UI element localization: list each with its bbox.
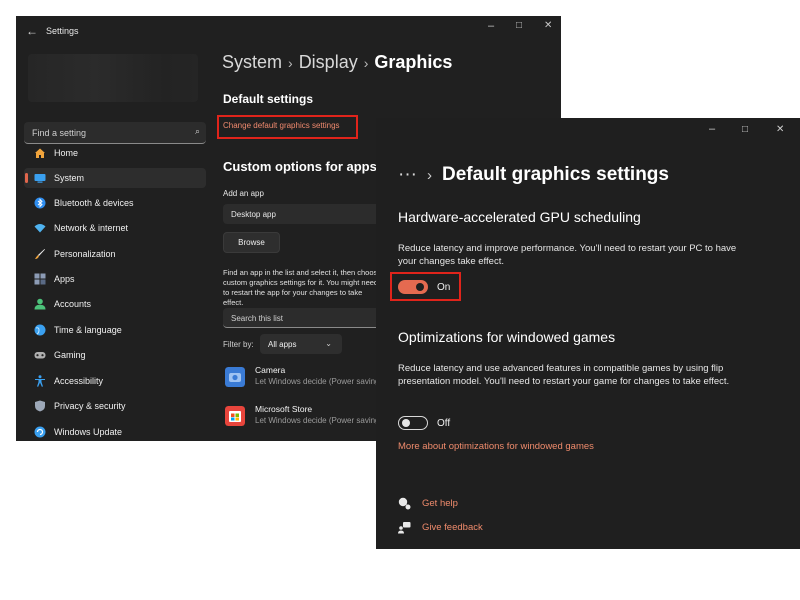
search-icon: ⌕ [194, 126, 200, 136]
minimize-button[interactable]: – [709, 123, 715, 135]
sidebar-item-label: Windows Update [54, 427, 123, 437]
chevron-down-icon: ⌄ [325, 339, 332, 348]
bluetooth-icon [34, 197, 46, 209]
add-app-value: Desktop app [231, 210, 276, 219]
sidebar-item-label: Network & internet [54, 223, 129, 233]
sidebar-item-label: Time & language [54, 325, 122, 335]
window-title: Settings [46, 26, 79, 36]
breadcrumb: System › Display › Graphics [222, 52, 452, 73]
user-profile[interactable] [28, 54, 198, 102]
browse-button[interactable]: Browse [223, 232, 280, 253]
sidebar-item-label: Accessibility [54, 376, 104, 386]
toggle-knob [416, 283, 424, 291]
give-feedback-label: Give feedback [422, 522, 483, 533]
sidebar-item-apps[interactable]: Apps [24, 269, 206, 289]
update-icon [34, 426, 46, 438]
list-item[interactable]: Camera Let Windows decide (Power saving) [223, 362, 393, 394]
search-placeholder: Find a setting [32, 128, 87, 138]
add-app-dropdown[interactable]: Desktop app [223, 204, 383, 224]
app-setting: Let Windows decide (Power saving) [255, 416, 383, 425]
network-icon [34, 224, 46, 233]
app-name: Camera [255, 365, 286, 375]
brush-icon [35, 249, 45, 259]
shield-icon [35, 400, 45, 412]
active-indicator [25, 173, 28, 183]
breadcrumb-display[interactable]: Display [299, 52, 358, 72]
settings-search-input[interactable]: Find a setting ⌕ [24, 122, 206, 144]
sidebar-item-label: Gaming [54, 350, 86, 360]
breadcrumb-system[interactable]: System [222, 52, 282, 72]
sidebar-item-network[interactable]: Network & internet [24, 218, 206, 238]
sidebar-item-home[interactable]: Home [24, 143, 206, 163]
info-text: Find an app in the list and select it, t… [223, 268, 382, 307]
close-button[interactable]: ✕ [544, 20, 552, 31]
sidebar-item-label: Privacy & security [54, 401, 126, 411]
sidebar-item-accounts[interactable]: Accounts [24, 294, 206, 314]
gpu-scheduling-toggle[interactable] [398, 280, 428, 294]
store-icon [225, 406, 245, 426]
custom-options-heading: Custom options for apps [223, 159, 377, 174]
browse-label: Browse [238, 238, 265, 247]
camera-icon [225, 367, 245, 387]
sidebar-item-bluetooth[interactable]: Bluetooth & devices [24, 193, 206, 213]
add-app-label: Add an app [223, 189, 264, 198]
search-list-input[interactable]: Search this list [223, 308, 393, 328]
gpu-scheduling-heading: Hardware-accelerated GPU scheduling [398, 209, 641, 225]
gpu-toggle-state: On [437, 282, 451, 293]
sidebar-item-accessibility[interactable]: Accessibility [24, 371, 206, 391]
home-icon [35, 148, 45, 158]
title-bar: ← Settings – □ ✕ [16, 16, 561, 46]
windowed-games-heading: Optimizations for windowed games [398, 329, 616, 345]
close-button[interactable]: ✕ [776, 124, 784, 135]
change-default-graphics-link[interactable]: Change default graphics settings [223, 121, 340, 130]
accessibility-icon [35, 375, 45, 387]
windowed-games-description: Reduce latency and use advanced features… [398, 363, 730, 387]
maximize-button[interactable]: □ [742, 124, 748, 135]
windowed-toggle-state: Off [437, 418, 451, 429]
sidebar-item-label: Home [54, 148, 79, 158]
accounts-icon [34, 298, 46, 310]
back-arrow-icon[interactable]: ← [26, 24, 38, 38]
breadcrumb-separator: › [426, 167, 432, 184]
maximize-button[interactable]: □ [516, 20, 522, 31]
globe-icon [34, 324, 46, 336]
help-icon [398, 497, 411, 510]
sidebar-item-label: Apps [54, 274, 75, 284]
search-list-placeholder: Search this list [231, 314, 284, 323]
graphics-settings-window: – □ ✕ ··· › Default graphics settings Hard… [376, 118, 800, 549]
sidebar-item-personalization[interactable]: Personalization [24, 244, 206, 264]
get-help-label: Get help [422, 498, 458, 509]
system-icon [34, 174, 46, 183]
sidebar-item-label: System [54, 173, 85, 183]
apps-icon [34, 273, 46, 285]
minimize-button[interactable]: – [488, 20, 494, 32]
sidebar-item-label: Bluetooth & devices [54, 198, 134, 208]
breadcrumb-graphics: Graphics [374, 52, 453, 72]
more-icon[interactable]: ··· [398, 164, 417, 185]
sidebar-item-privacy[interactable]: Privacy & security [24, 396, 206, 416]
filter-label: Filter by: [223, 340, 254, 349]
app-name: Microsoft Store [255, 404, 313, 414]
default-settings-heading: Default settings [223, 92, 314, 106]
breadcrumb-separator: › [363, 55, 369, 71]
windowed-games-toggle[interactable] [398, 416, 428, 430]
sidebar-item-system[interactable]: System [24, 168, 206, 188]
sidebar-item-time-language[interactable]: Time & language [24, 320, 206, 340]
page-title: Default graphics settings [441, 164, 669, 185]
sidebar-item-label: Accounts [54, 299, 92, 309]
filter-dropdown[interactable]: All apps ⌄ [260, 334, 342, 354]
more-about-link[interactable]: More about optimizations for windowed ga… [398, 441, 594, 452]
sidebar-item-windows-update[interactable]: Windows Update [24, 422, 206, 441]
toggle-knob [402, 419, 410, 427]
gaming-icon [34, 352, 46, 359]
gpu-scheduling-description: Reduce latency and improve performance. … [398, 243, 737, 267]
sidebar-item-label: Personalization [54, 249, 116, 259]
filter-value: All apps [268, 340, 297, 349]
list-item[interactable]: Microsoft Store Let Windows decide (Powe… [223, 401, 393, 433]
sidebar-item-gaming[interactable]: Gaming [24, 345, 206, 365]
breadcrumb-separator: › [288, 55, 293, 71]
feedback-icon [398, 522, 411, 534]
app-setting: Let Windows decide (Power saving) [255, 377, 383, 386]
breadcrumb: ··· › Default graphics settings [398, 164, 669, 186]
